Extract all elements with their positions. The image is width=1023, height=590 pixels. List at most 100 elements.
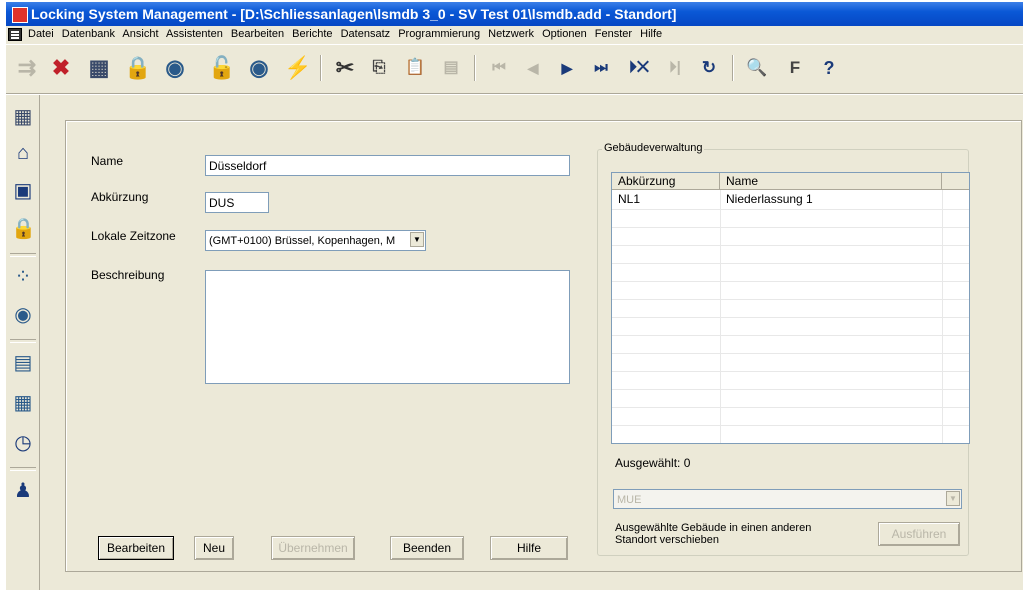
first-record-icon: ⏮ bbox=[492, 59, 506, 76]
refresh-icon[interactable]: ↻ bbox=[696, 55, 722, 81]
paste-icon[interactable]: 📋 bbox=[402, 55, 428, 81]
grid-line bbox=[612, 263, 969, 264]
new-button[interactable]: Neu bbox=[194, 536, 234, 560]
menu-datenbank[interactable]: Datenbank bbox=[62, 28, 115, 40]
grid-line bbox=[612, 353, 969, 354]
grid-line bbox=[612, 245, 969, 246]
grid-line bbox=[612, 209, 969, 210]
system-menu-icon[interactable] bbox=[8, 28, 22, 41]
new-record-icon: ⏵| bbox=[669, 59, 681, 76]
grid-line bbox=[612, 407, 969, 408]
chevron-down-icon[interactable]: ▼ bbox=[410, 232, 424, 247]
grid-line bbox=[612, 335, 969, 336]
help-button[interactable]: Hilfe bbox=[490, 536, 568, 560]
previous-record-icon: ◀ bbox=[527, 60, 539, 76]
abbreviation-label: Abkürzung bbox=[91, 190, 149, 204]
person-icon[interactable]: ♟ bbox=[11, 479, 35, 503]
name-input[interactable] bbox=[205, 155, 570, 176]
timezone-label: Lokale Zeitzone bbox=[91, 229, 176, 243]
description-textarea[interactable] bbox=[205, 270, 570, 384]
cut-icon[interactable]: ✂ bbox=[332, 55, 358, 81]
lock-icon[interactable]: 🔒 bbox=[11, 217, 36, 241]
filter-icon[interactable]: F bbox=[782, 55, 808, 81]
home-icon[interactable]: ⌂ bbox=[11, 141, 35, 165]
delete-icon[interactable]: ✖ bbox=[48, 55, 74, 81]
menu-assistenten[interactable]: Assistenten bbox=[166, 28, 223, 40]
location-form: Name Abkürzung Lokale Zeitzone (GMT+0100… bbox=[65, 120, 1022, 572]
menu-bar: Datei Datenbank Ansicht Assistenten Bear… bbox=[6, 26, 1023, 44]
grid-line bbox=[612, 281, 969, 282]
app-icon bbox=[12, 7, 28, 23]
menu-ansicht[interactable]: Ansicht bbox=[122, 28, 158, 40]
undo-icon[interactable]: ⇉ bbox=[14, 55, 40, 81]
description-label: Beschreibung bbox=[91, 268, 165, 282]
row-name: Niederlassung 1 bbox=[726, 192, 813, 206]
column-header-abbreviation[interactable]: Abkürzung bbox=[612, 173, 720, 190]
left-sidebar: ▦ ⌂ ▣ 🔒 ⁘ ◉ ▤ ▦ ◷ ♟ bbox=[6, 95, 40, 590]
copy-icon[interactable]: ⎘ bbox=[366, 55, 392, 81]
buildings-list[interactable]: Abkürzung Name NL1 Niederlassung 1 bbox=[611, 172, 970, 444]
toolbar-separator bbox=[732, 55, 734, 81]
name-label: Name bbox=[91, 154, 124, 168]
chevron-down-icon: ▼ bbox=[946, 491, 960, 506]
lightning-icon: ⚡ bbox=[284, 55, 312, 80]
grid-line bbox=[612, 227, 969, 228]
toolbar-separator bbox=[474, 55, 476, 81]
menu-datei[interactable]: Datei bbox=[28, 28, 54, 40]
column-header-name[interactable]: Name bbox=[720, 173, 942, 190]
close-button[interactable]: Beenden bbox=[390, 536, 464, 560]
selected-count: Ausgewählt: 0 bbox=[615, 456, 691, 470]
window-title: Locking System Management - [D:\Schliess… bbox=[31, 6, 677, 22]
work-area: Name Abkürzung Lokale Zeitzone (GMT+0100… bbox=[40, 95, 1023, 590]
sidebar-separator bbox=[10, 253, 36, 257]
last-record-icon[interactable]: ⏭ bbox=[588, 55, 614, 81]
menu-optionen[interactable]: Optionen bbox=[542, 28, 587, 40]
calendar-icon[interactable]: ▦ bbox=[11, 391, 35, 415]
timezone-value: (GMT+0100) Brüssel, Kopenhagen, M bbox=[209, 235, 396, 247]
grid-line bbox=[612, 371, 969, 372]
column-header-filler bbox=[942, 173, 969, 190]
delete-record-icon[interactable]: ⏵✕ bbox=[626, 55, 652, 81]
groups-icon[interactable]: ⁘ bbox=[11, 265, 35, 289]
grid-line bbox=[612, 317, 969, 318]
title-bar: Locking System Management - [D:\Schliess… bbox=[6, 2, 1023, 26]
menu-bearbeiten[interactable]: Bearbeiten bbox=[231, 28, 284, 40]
execute-button: Ausführen bbox=[878, 522, 960, 546]
apply-button: Übernehmen bbox=[271, 536, 355, 560]
search-icon[interactable]: 🔍 bbox=[744, 55, 770, 81]
next-record-icon[interactable]: ▶ bbox=[554, 55, 580, 81]
door-icon[interactable]: ▣ bbox=[11, 179, 35, 203]
areas-icon[interactable]: ▦ bbox=[11, 105, 35, 129]
target-location-value: MUE bbox=[617, 494, 642, 506]
lock-query-icon[interactable]: 🔓 bbox=[208, 55, 235, 81]
new-area-icon[interactable]: ▦ bbox=[86, 55, 112, 81]
new-transponder-icon[interactable]: ◉ bbox=[162, 55, 188, 81]
menu-programmierung[interactable]: Programmierung bbox=[398, 28, 480, 40]
building-management-title: Gebäudeverwaltung bbox=[602, 142, 705, 154]
sidebar-separator bbox=[10, 339, 36, 343]
menu-netzwerk[interactable]: Netzwerk bbox=[488, 28, 534, 40]
timezone-select[interactable]: (GMT+0100) Brüssel, Kopenhagen, M ▼ bbox=[205, 230, 426, 251]
new-lock-icon[interactable]: 🔒 bbox=[124, 55, 151, 81]
menu-datensatz[interactable]: Datensatz bbox=[341, 28, 391, 40]
target-location-select: MUE ▼ bbox=[613, 489, 962, 509]
print-icon: ▤ bbox=[443, 59, 459, 76]
move-buildings-text: Ausgewählte Gebäude in einen anderen Sta… bbox=[615, 522, 812, 546]
grid-line bbox=[612, 299, 969, 300]
building-management-group: Gebäudeverwaltung Abkürzung Name NL1 Nie… bbox=[597, 142, 970, 556]
grid-line bbox=[612, 425, 969, 426]
menu-fenster[interactable]: Fenster bbox=[595, 28, 632, 40]
toolbar: ⇉ ✖ ▦ 🔒 ◉ 🔓 ◉ ⚡ ✂ ⎘ 📋 ▤ ⏮ ◀ ▶ ⏭ ⏵✕ ⏵| ↻ … bbox=[6, 44, 1023, 94]
toolbar-separator bbox=[320, 55, 322, 81]
transponder-icon[interactable]: ◉ bbox=[11, 303, 35, 327]
abbreviation-input[interactable] bbox=[205, 192, 269, 213]
transponder-query-icon[interactable]: ◉ bbox=[246, 55, 272, 81]
help-icon[interactable]: ? bbox=[816, 55, 842, 81]
menu-berichte[interactable]: Berichte bbox=[292, 28, 332, 40]
grid-line bbox=[612, 389, 969, 390]
menu-hilfe[interactable]: Hilfe bbox=[640, 28, 662, 40]
time-icon[interactable]: ◷ bbox=[11, 431, 35, 455]
time-zones-icon[interactable]: ▤ bbox=[11, 351, 35, 375]
edit-button[interactable]: Bearbeiten bbox=[98, 536, 174, 560]
sidebar-separator bbox=[10, 467, 36, 471]
